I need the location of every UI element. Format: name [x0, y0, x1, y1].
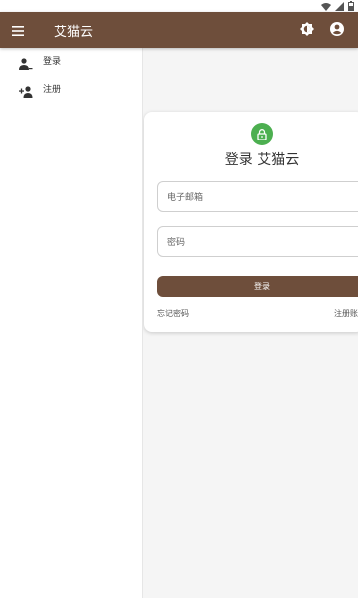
account-circle-icon [330, 21, 344, 40]
sidebar: 登录 注册 [0, 48, 143, 598]
person-add-icon [19, 83, 33, 98]
password-field[interactable]: 密码 [157, 226, 358, 257]
login-button[interactable]: 登录 [157, 276, 358, 297]
theme-toggle-button[interactable] [300, 21, 314, 40]
sidebar-item-register[interactable]: 注册 [0, 76, 143, 102]
app-title: 艾猫云 [54, 24, 94, 40]
email-field[interactable]: 电子邮箱 [157, 181, 358, 212]
lock-icon [257, 125, 267, 144]
sidebar-item-label: 注册 [43, 85, 62, 95]
forgot-password-link[interactable]: 忘记密码 [157, 308, 189, 319]
sidebar-item-login[interactable]: 登录 [0, 48, 143, 74]
login-title: 登录 艾猫云 [224, 152, 300, 168]
register-link[interactable]: 注册账 [334, 308, 358, 319]
person-icon [19, 55, 33, 70]
brightness-icon [300, 21, 314, 40]
app-bar: 艾猫云 [0, 12, 358, 48]
status-bar [0, 0, 358, 12]
signal-icon [335, 1, 344, 11]
login-card: 登录 艾猫云 电子邮箱 密码 登录 忘记密码 注册账 [144, 112, 358, 332]
sidebar-item-label: 登录 [43, 57, 62, 67]
wifi-icon [321, 2, 331, 11]
menu-button[interactable] [12, 12, 48, 48]
password-placeholder: 密码 [167, 238, 186, 248]
account-button[interactable] [330, 21, 344, 40]
email-placeholder: 电子邮箱 [167, 193, 204, 203]
battery-icon [348, 1, 354, 11]
hamburger-menu-icon [12, 21, 24, 40]
lock-badge [251, 123, 273, 145]
